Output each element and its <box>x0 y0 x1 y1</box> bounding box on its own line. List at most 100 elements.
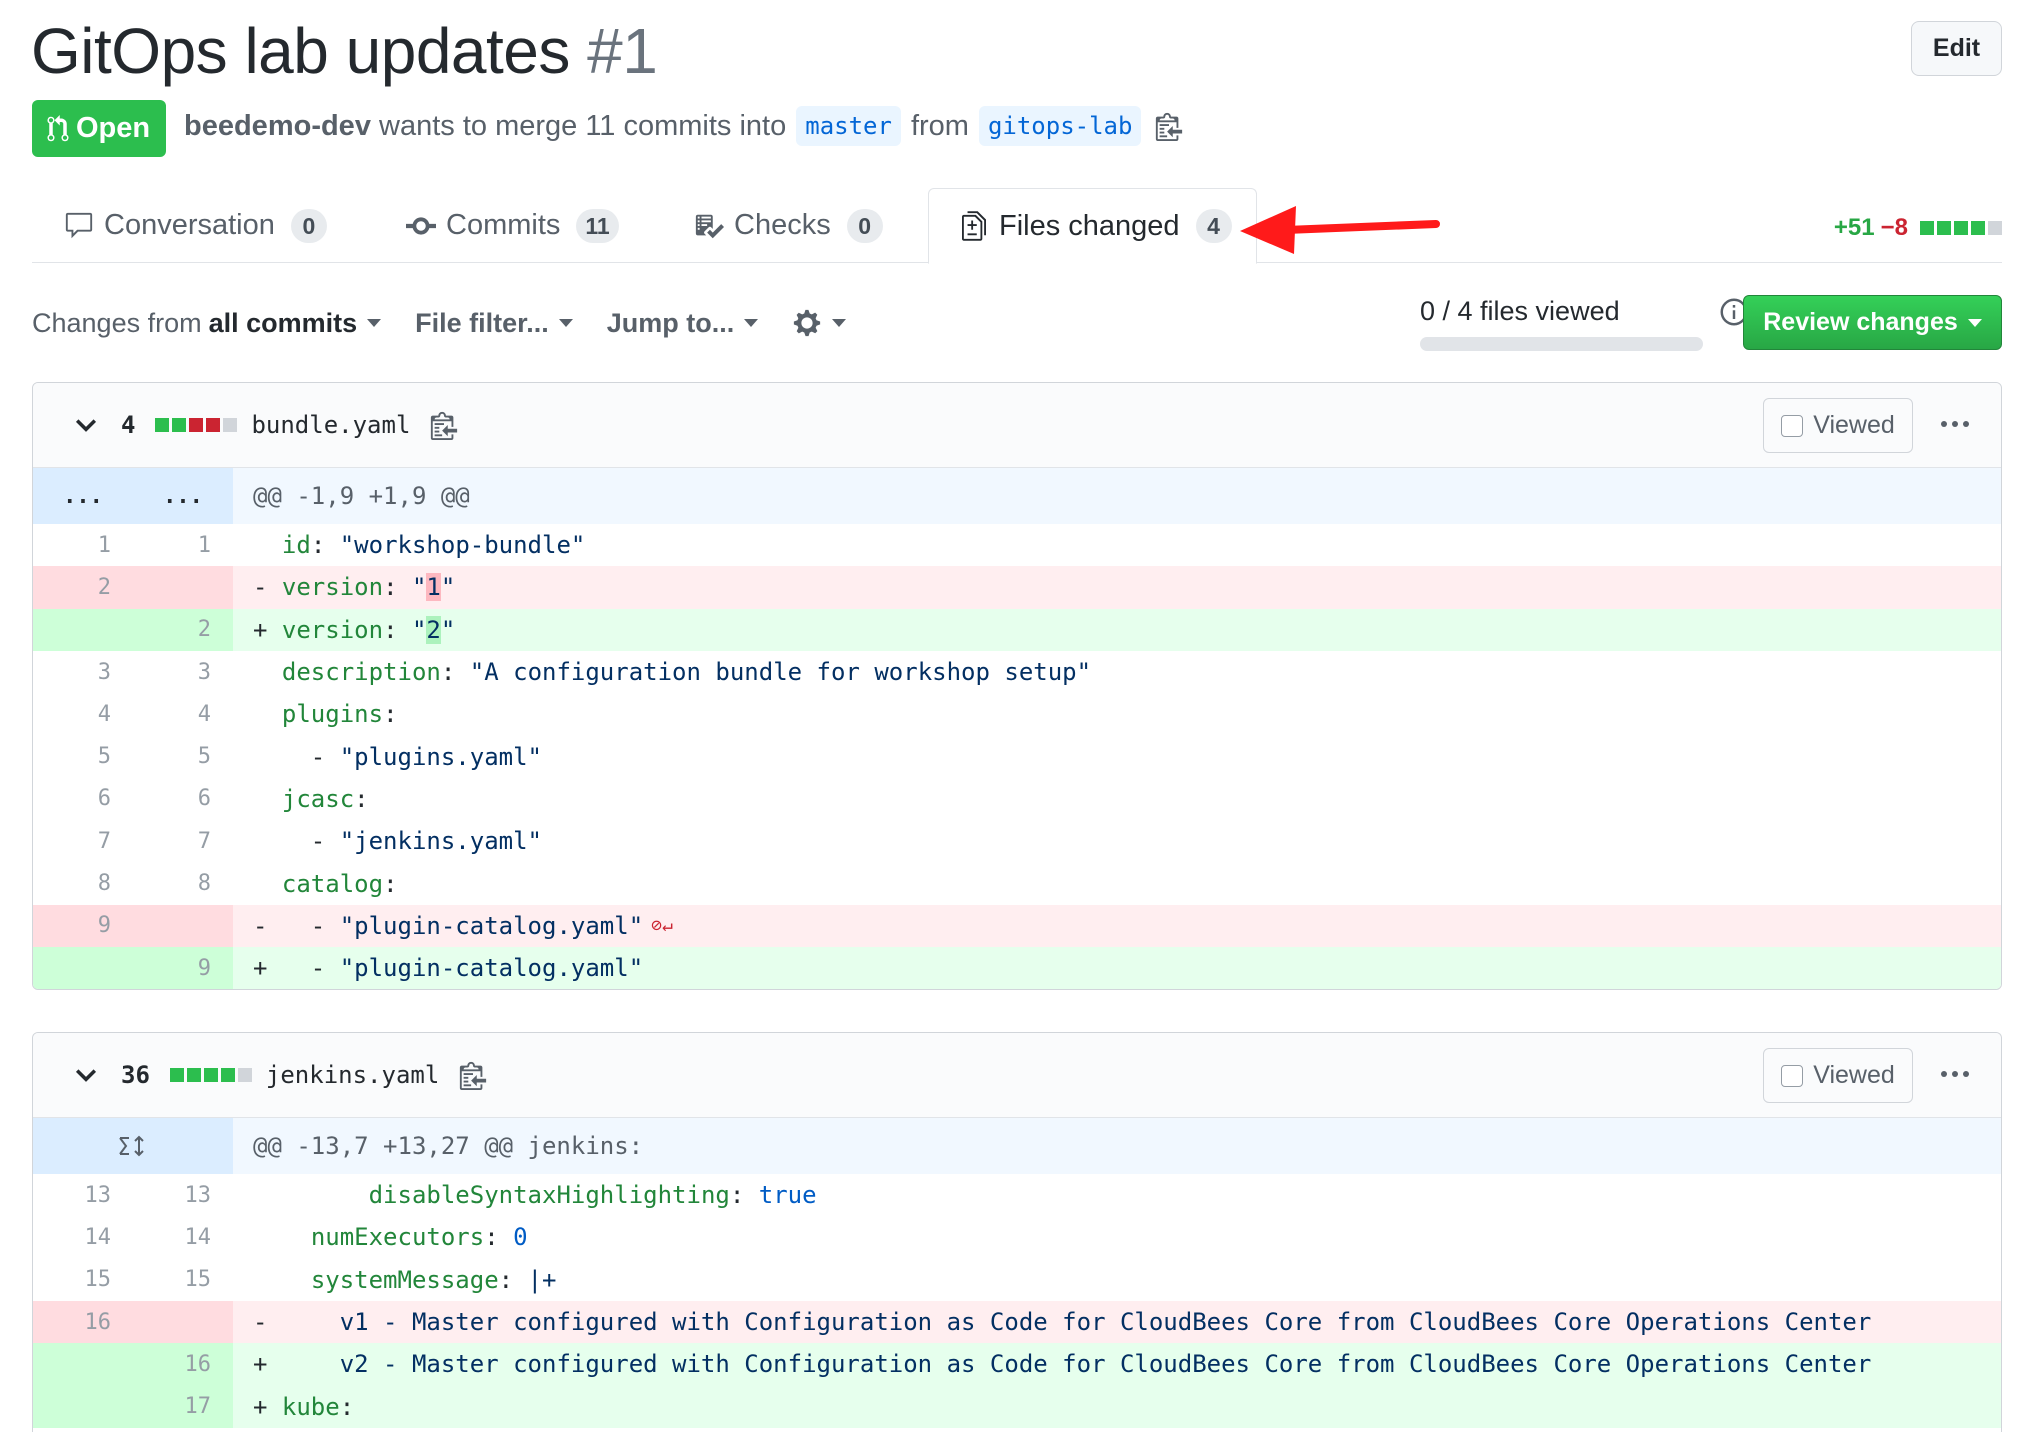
old-line-number[interactable]: 16 <box>33 1300 133 1344</box>
clipboard-icon[interactable] <box>1155 111 1183 141</box>
caret-down-icon <box>1967 318 1982 327</box>
new-line-number[interactable]: 16 <box>133 1343 233 1386</box>
diff-sign <box>253 785 282 813</box>
old-line-number[interactable]: 14 <box>33 1216 133 1259</box>
caret-down-icon <box>744 319 759 327</box>
commit-icon <box>404 209 438 243</box>
status-label: Open <box>76 112 151 144</box>
diff-sign <box>253 1181 282 1209</box>
old-line-number[interactable]: 4 <box>33 693 133 736</box>
new-line-number[interactable]: 1 <box>133 524 233 567</box>
jump-to-dropdown[interactable]: Jump to... <box>607 308 759 339</box>
new-line-number[interactable]: 3 <box>133 650 233 694</box>
code-line: + v2 - Master configured with Configurat… <box>233 1343 2001 1386</box>
diff-sign: + <box>253 1350 282 1379</box>
old-line-number[interactable]: 1 <box>33 524 133 567</box>
caret-down-icon <box>367 319 382 327</box>
old-line-number[interactable] <box>33 1343 133 1386</box>
yaml-sep: : <box>498 1265 528 1294</box>
tab-count: 0 <box>290 208 327 243</box>
checkbox[interactable] <box>1781 414 1804 437</box>
new-line-number[interactable]: 13 <box>133 1174 233 1217</box>
kebab-horizontal-icon[interactable] <box>1939 1063 1971 1085</box>
code-indent: - <box>281 742 340 771</box>
new-line-number[interactable]: 5 <box>133 735 233 778</box>
new-line-number[interactable]: 8 <box>133 862 233 905</box>
new-line-number[interactable]: 4 <box>133 693 233 736</box>
old-line-number[interactable] <box>33 946 133 989</box>
new-line-number[interactable]: 9 <box>133 946 233 989</box>
changed-char: 1 <box>426 573 441 602</box>
new-line-number[interactable] <box>133 566 233 609</box>
old-line-number[interactable]: 5 <box>33 735 133 778</box>
diff-line: 55 - "plugins.yaml" <box>33 735 2001 778</box>
diff-sign: - <box>253 911 282 940</box>
yaml-key: jcasc <box>281 784 355 813</box>
old-line-number[interactable]: 8 <box>33 862 133 905</box>
pr-title: GitOps lab updates #1 <box>31 14 658 88</box>
diff-line: 88 catalog: <box>33 862 2001 905</box>
file-name[interactable]: jenkins.yaml <box>266 1061 439 1089</box>
yaml-key: id <box>281 531 311 560</box>
chevron-down-icon[interactable] <box>75 1064 97 1086</box>
old-line-number[interactable]: 13 <box>33 1174 133 1217</box>
changes-from-dropdown[interactable]: Changes from all commits <box>32 308 382 339</box>
hunk-header: @@ -13,7 +13,27 @@ jenkins: <box>33 1118 2001 1174</box>
old-line-number[interactable] <box>33 608 133 651</box>
file-filter-dropdown[interactable]: File filter... <box>415 308 573 339</box>
old-line-number[interactable]: 7 <box>33 820 133 863</box>
tab-label: Files changed <box>999 209 1180 242</box>
head-branch[interactable]: gitops-lab <box>978 106 1142 146</box>
tab-files-changed[interactable]: Files changed 4 <box>928 188 1257 264</box>
tab-commits[interactable]: Commits 11 <box>404 188 619 263</box>
new-line-number[interactable]: 17 <box>133 1385 233 1428</box>
yaml-sep: : <box>729 1181 759 1210</box>
clipboard-icon[interactable] <box>459 1060 487 1090</box>
clipboard-icon[interactable] <box>430 410 458 440</box>
review-changes-button[interactable]: Review changes <box>1743 295 2002 350</box>
new-line-number[interactable]: 14 <box>133 1216 233 1259</box>
diff-rows: 11 id: "workshop-bundle" 2- version: " 1 " 2… <box>33 524 2001 989</box>
diff-line: 2 + version: " 2 " <box>33 608 2001 651</box>
tab-label: Checks <box>734 209 831 241</box>
new-line-number[interactable] <box>133 1300 233 1344</box>
caret-down-icon <box>558 319 573 327</box>
author-link[interactable]: beedemo-dev <box>184 110 371 143</box>
old-line-number[interactable]: 6 <box>33 777 133 821</box>
old-line-number[interactable] <box>33 1385 133 1428</box>
code-indent: - <box>281 827 340 856</box>
old-line-number[interactable]: 9 <box>33 904 133 947</box>
diff-line: 15 15 systemMessage: |+ <box>33 1258 2001 1301</box>
viewed-checkbox[interactable]: Viewed <box>1763 1048 1913 1103</box>
new-line-number[interactable]: 15 <box>133 1258 233 1301</box>
code-indent: - <box>281 954 340 983</box>
old-line-number[interactable]: 2 <box>33 566 133 609</box>
chevron-down-icon[interactable] <box>75 414 97 436</box>
file-name[interactable]: bundle.yaml <box>251 411 410 439</box>
old-line-number[interactable]: 3 <box>33 650 133 694</box>
expand-down-button[interactable]: ... <box>133 468 233 524</box>
checkbox[interactable] <box>1781 1064 1804 1087</box>
expand-up-button[interactable]: ... <box>33 468 133 524</box>
viewed-checkbox[interactable]: Viewed <box>1763 398 1913 453</box>
new-line-number[interactable] <box>133 904 233 947</box>
yaml-key: kube <box>281 1392 340 1421</box>
diff-settings-dropdown[interactable] <box>792 308 847 338</box>
new-line-number[interactable]: 2 <box>133 608 233 651</box>
new-line-number[interactable]: 7 <box>133 820 233 863</box>
base-branch[interactable]: master <box>796 106 901 146</box>
unfold-button[interactable] <box>33 1118 233 1174</box>
tab-count: 11 <box>576 208 619 243</box>
diff-line: 44 plugins: <box>33 693 2001 736</box>
tab-checks[interactable]: Checks 0 <box>692 188 883 263</box>
old-line-number[interactable]: 15 <box>33 1258 133 1301</box>
file-change-count: 4 <box>121 411 136 439</box>
edit-button[interactable]: Edit <box>1911 21 2002 76</box>
new-line-number[interactable]: 6 <box>133 777 233 821</box>
file-change-count: 36 <box>121 1061 150 1089</box>
viewed-label: Viewed <box>1813 1061 1895 1089</box>
tab-conversation[interactable]: Conversation 0 <box>62 188 327 263</box>
kebab-horizontal-icon[interactable] <box>1939 413 1971 435</box>
yaml-value: "A configuration bundle for workshop set… <box>469 658 1092 687</box>
